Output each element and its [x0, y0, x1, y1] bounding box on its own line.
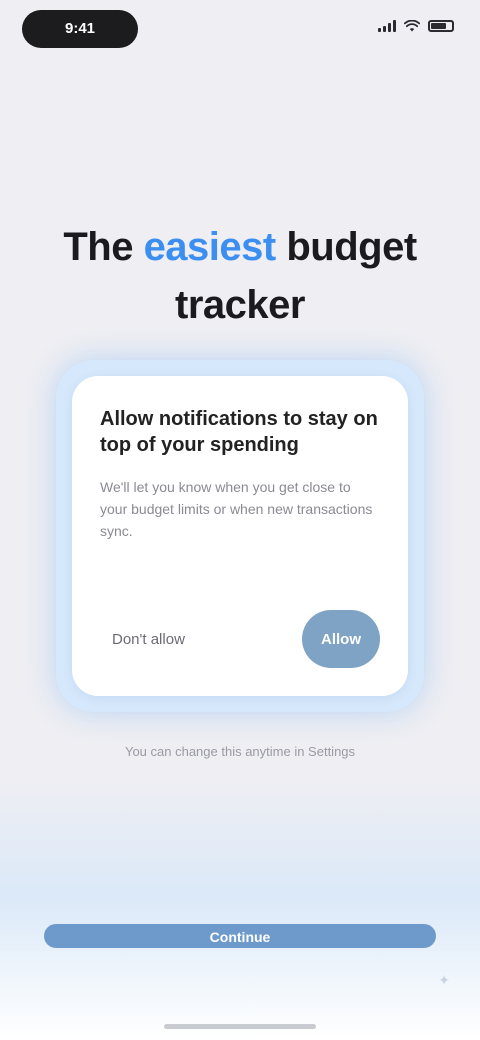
headline-line-2: tracker — [175, 283, 305, 327]
status-icons — [378, 20, 454, 32]
dont-allow-button[interactable]: Don't allow — [104, 625, 193, 654]
time-pill: 9:41 — [22, 10, 138, 48]
headline-text-end: budget — [275, 225, 417, 269]
battery-icon — [428, 20, 454, 32]
sparkle-icon: ✦ — [438, 972, 450, 988]
wifi-icon — [404, 20, 420, 32]
headline-text-start: The — [63, 225, 144, 269]
permission-card-body: We'll let you know when you get close to… — [100, 479, 373, 539]
headline: The easiest budget tracker — [40, 218, 440, 334]
status-bar: 9:41 — [0, 0, 480, 64]
status-time: 9:41 — [64, 20, 96, 37]
signal-icon — [378, 20, 396, 32]
bottom-gradient — [0, 780, 480, 1040]
headline-accent-word: easiest — [143, 225, 277, 269]
permission-card-actions: Don't allow Allow — [100, 610, 380, 668]
permission-card-title: Allow notifications to stay on top of yo… — [100, 408, 378, 456]
home-indicator[interactable] — [164, 1024, 316, 1029]
continue-button[interactable]: Continue — [44, 924, 436, 948]
permission-card: Allow notifications to stay on top of yo… — [72, 376, 408, 696]
settings-caption: You can change this anytime in Settings — [124, 744, 356, 759]
allow-button[interactable]: Allow — [302, 610, 380, 668]
